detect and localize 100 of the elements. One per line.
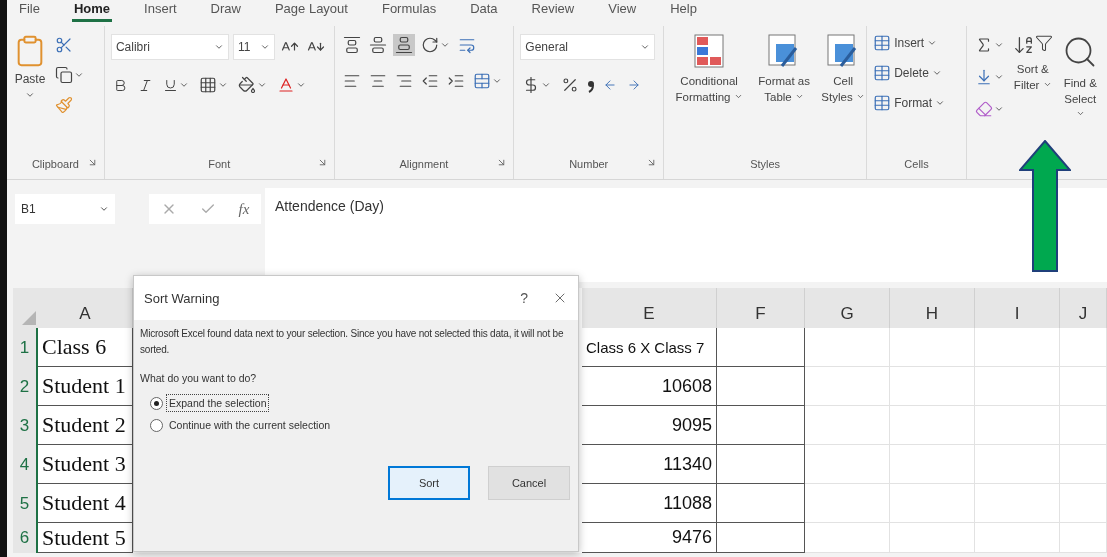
group-label: Number (569, 158, 609, 170)
empty-cell (1060, 484, 1107, 523)
ribbon-tab[interactable]: Help (668, 0, 699, 22)
group-label: Cells (904, 158, 929, 170)
cells-button[interactable]: Delete (873, 64, 942, 82)
radio-label[interactable]: Continue with the current selection (167, 417, 333, 433)
empty-cell (1060, 328, 1107, 367)
cancel-button[interactable]: Cancel (488, 466, 570, 500)
ribbon-tab[interactable]: Review (529, 0, 577, 22)
ribbon-tab[interactable]: Insert (142, 0, 179, 22)
caret-icon (217, 80, 228, 90)
caret-icon (178, 80, 189, 90)
table-icon (873, 94, 892, 112)
row-header[interactable]: 4 (13, 445, 38, 484)
wrap-text-icon (457, 36, 476, 54)
sort-az-icon (1012, 34, 1035, 56)
ribbon-tab[interactable]: Page Layout (272, 0, 350, 22)
table-cell: Class 6 X Class 7 (582, 328, 717, 367)
table-cell: 11088 (582, 484, 717, 523)
ribbon-tab[interactable]: Formulas (379, 0, 439, 22)
copy-icon (55, 66, 73, 84)
percent-icon (561, 76, 580, 94)
group-label: Alignment (399, 158, 449, 170)
caret-icon (74, 70, 84, 80)
caret-icon (640, 42, 651, 52)
ribbon-tab[interactable]: File (17, 0, 42, 22)
row-header[interactable]: 5 (13, 484, 38, 523)
ribbon-tab[interactable]: View (606, 0, 639, 22)
italic-icon (137, 77, 153, 93)
table-cell: 11340 (582, 445, 717, 484)
borders-icon (198, 76, 217, 94)
row-header[interactable]: 3 (13, 406, 38, 445)
caret-icon (295, 80, 306, 90)
paste-button[interactable]: Paste (13, 34, 47, 100)
editing-button[interactable]: Sort & Filter (1012, 34, 1054, 94)
empty-cell (1060, 367, 1107, 406)
align-center-icon (368, 72, 387, 90)
up-arrow-icon (1019, 140, 1071, 272)
styles-button[interactable]: Conditional Formatting (670, 34, 749, 106)
filter-icon (1034, 34, 1053, 52)
radio-button[interactable] (150, 418, 163, 432)
caret-icon (259, 42, 270, 52)
row-header[interactable]: 1 (13, 328, 38, 367)
styles-button[interactable]: Cell Styles (820, 34, 867, 106)
name-box[interactable]: B1 (15, 194, 115, 224)
fill-color-icon (237, 76, 256, 94)
clear-icon (975, 100, 993, 118)
table-cell: 10608 (582, 367, 717, 406)
caret-icon (256, 80, 267, 90)
column-header[interactable]: I (975, 288, 1060, 328)
bottom-align-button[interactable] (392, 34, 415, 56)
top-align-icon (342, 36, 361, 54)
underline-icon (162, 77, 178, 93)
caret-icon (439, 40, 450, 50)
column-header[interactable]: F (717, 288, 805, 328)
middle-align-icon (368, 36, 387, 54)
column-header[interactable]: A (38, 288, 133, 328)
font-size-dropdown[interactable]: 11 (232, 34, 275, 60)
sort-button[interactable]: Sort (388, 466, 470, 500)
row-header[interactable]: 6 (13, 523, 38, 553)
dialog-question: What do you want to do? (140, 372, 258, 384)
column-header[interactable]: H (890, 288, 975, 328)
table-cell: 9476 (582, 523, 717, 553)
cells-button[interactable]: Format (873, 94, 946, 112)
ribbon-tab[interactable]: Data (468, 0, 500, 22)
caret-icon (994, 104, 1004, 114)
number-format-dropdown[interactable]: General (520, 34, 656, 60)
radio-label[interactable]: Expand the selection (167, 395, 269, 411)
formula-field[interactable]: Attendence (Day) (265, 188, 1107, 282)
bottom-align-icon (394, 36, 413, 54)
decrease-indent-icon (420, 72, 439, 90)
column-header[interactable]: G (805, 288, 890, 328)
empty-cell (1060, 406, 1107, 445)
table-cell: 9095 (582, 406, 717, 445)
increase-decimal-icon (603, 78, 618, 92)
insert-function-button[interactable]: fx (238, 200, 250, 218)
editing-button[interactable]: Find & Select (1059, 34, 1101, 123)
fill-icon (975, 68, 993, 86)
styles-button[interactable]: Format as Table (752, 34, 817, 106)
align-left-icon (342, 72, 361, 90)
empty-cell (1060, 445, 1107, 484)
dialog-title: Sort Warning (144, 290, 221, 306)
row-header[interactable]: 2 (13, 367, 38, 406)
caret-icon (935, 98, 946, 108)
format-painter-icon (55, 96, 73, 114)
help-button[interactable]: ? (506, 290, 542, 306)
column-header[interactable]: J (1060, 288, 1107, 328)
empty-cell (1060, 523, 1107, 553)
increase-indent-icon (446, 72, 465, 90)
font-name-dropdown[interactable]: Calibri (110, 34, 229, 60)
column-header[interactable]: E (582, 288, 717, 328)
caret-icon (491, 76, 502, 86)
caret-icon (99, 204, 109, 214)
radio-button[interactable] (150, 396, 163, 410)
caret-icon (213, 42, 224, 52)
caret-icon (541, 80, 552, 90)
ribbon-tab[interactable]: Draw (208, 0, 243, 22)
ribbon-tab[interactable]: Home (71, 0, 113, 22)
warning-message: Microsoft Excel found data next to your selection. Since you have not selected this data, it will not be sorted. (140, 327, 565, 357)
cells-button[interactable]: Insert (873, 34, 938, 52)
